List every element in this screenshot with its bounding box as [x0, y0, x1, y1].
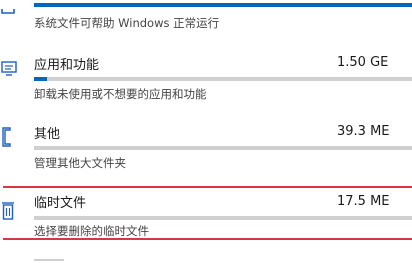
apps-features-icon [0, 60, 20, 84]
system-usage-fill [34, 3, 412, 7]
storage-item-apps[interactable]: 应用和功能 1.50 GE 卸载未使用或不想要的应用和功能 [0, 50, 412, 108]
temp-usage-bar [34, 216, 412, 220]
temp-size: 17.5 ME [337, 194, 390, 209]
system-usage-bar [34, 3, 412, 7]
apps-size: 1.50 GE [337, 55, 389, 70]
other-size: 39.3 ME [337, 124, 390, 139]
next-item-edge [34, 259, 64, 261]
apps-description: 卸载未使用或不想要的应用和功能 [34, 87, 207, 101]
other-usage-bar [34, 146, 412, 150]
storage-item-system[interactable]: 系统文件可帮助 Windows 正常运行 [0, 0, 412, 44]
system-icon [0, 0, 20, 19]
storage-item-temp[interactable]: 临时文件 17.5 ME 选择要删除的临时文件 [0, 188, 412, 238]
storage-item-next[interactable] [0, 256, 412, 263]
other-title: 其他 [34, 127, 61, 142]
storage-item-other[interactable]: 其他 39.3 ME 管理其他大文件夹 [0, 118, 412, 174]
other-files-icon [0, 126, 20, 152]
temp-description: 选择要删除的临时文件 [34, 224, 149, 238]
storage-usage-panel: 系统文件可帮助 Windows 正常运行 应用和功能 1.50 GE 卸载未使用… [0, 0, 412, 263]
apps-usage-fill [34, 77, 48, 81]
trash-icon [1, 200, 17, 226]
apps-title: 应用和功能 [34, 58, 100, 73]
temp-title: 临时文件 [34, 196, 87, 211]
other-description: 管理其他大文件夹 [34, 156, 126, 170]
apps-usage-bar [34, 77, 412, 81]
system-description: 系统文件可帮助 Windows 正常运行 [34, 16, 220, 30]
